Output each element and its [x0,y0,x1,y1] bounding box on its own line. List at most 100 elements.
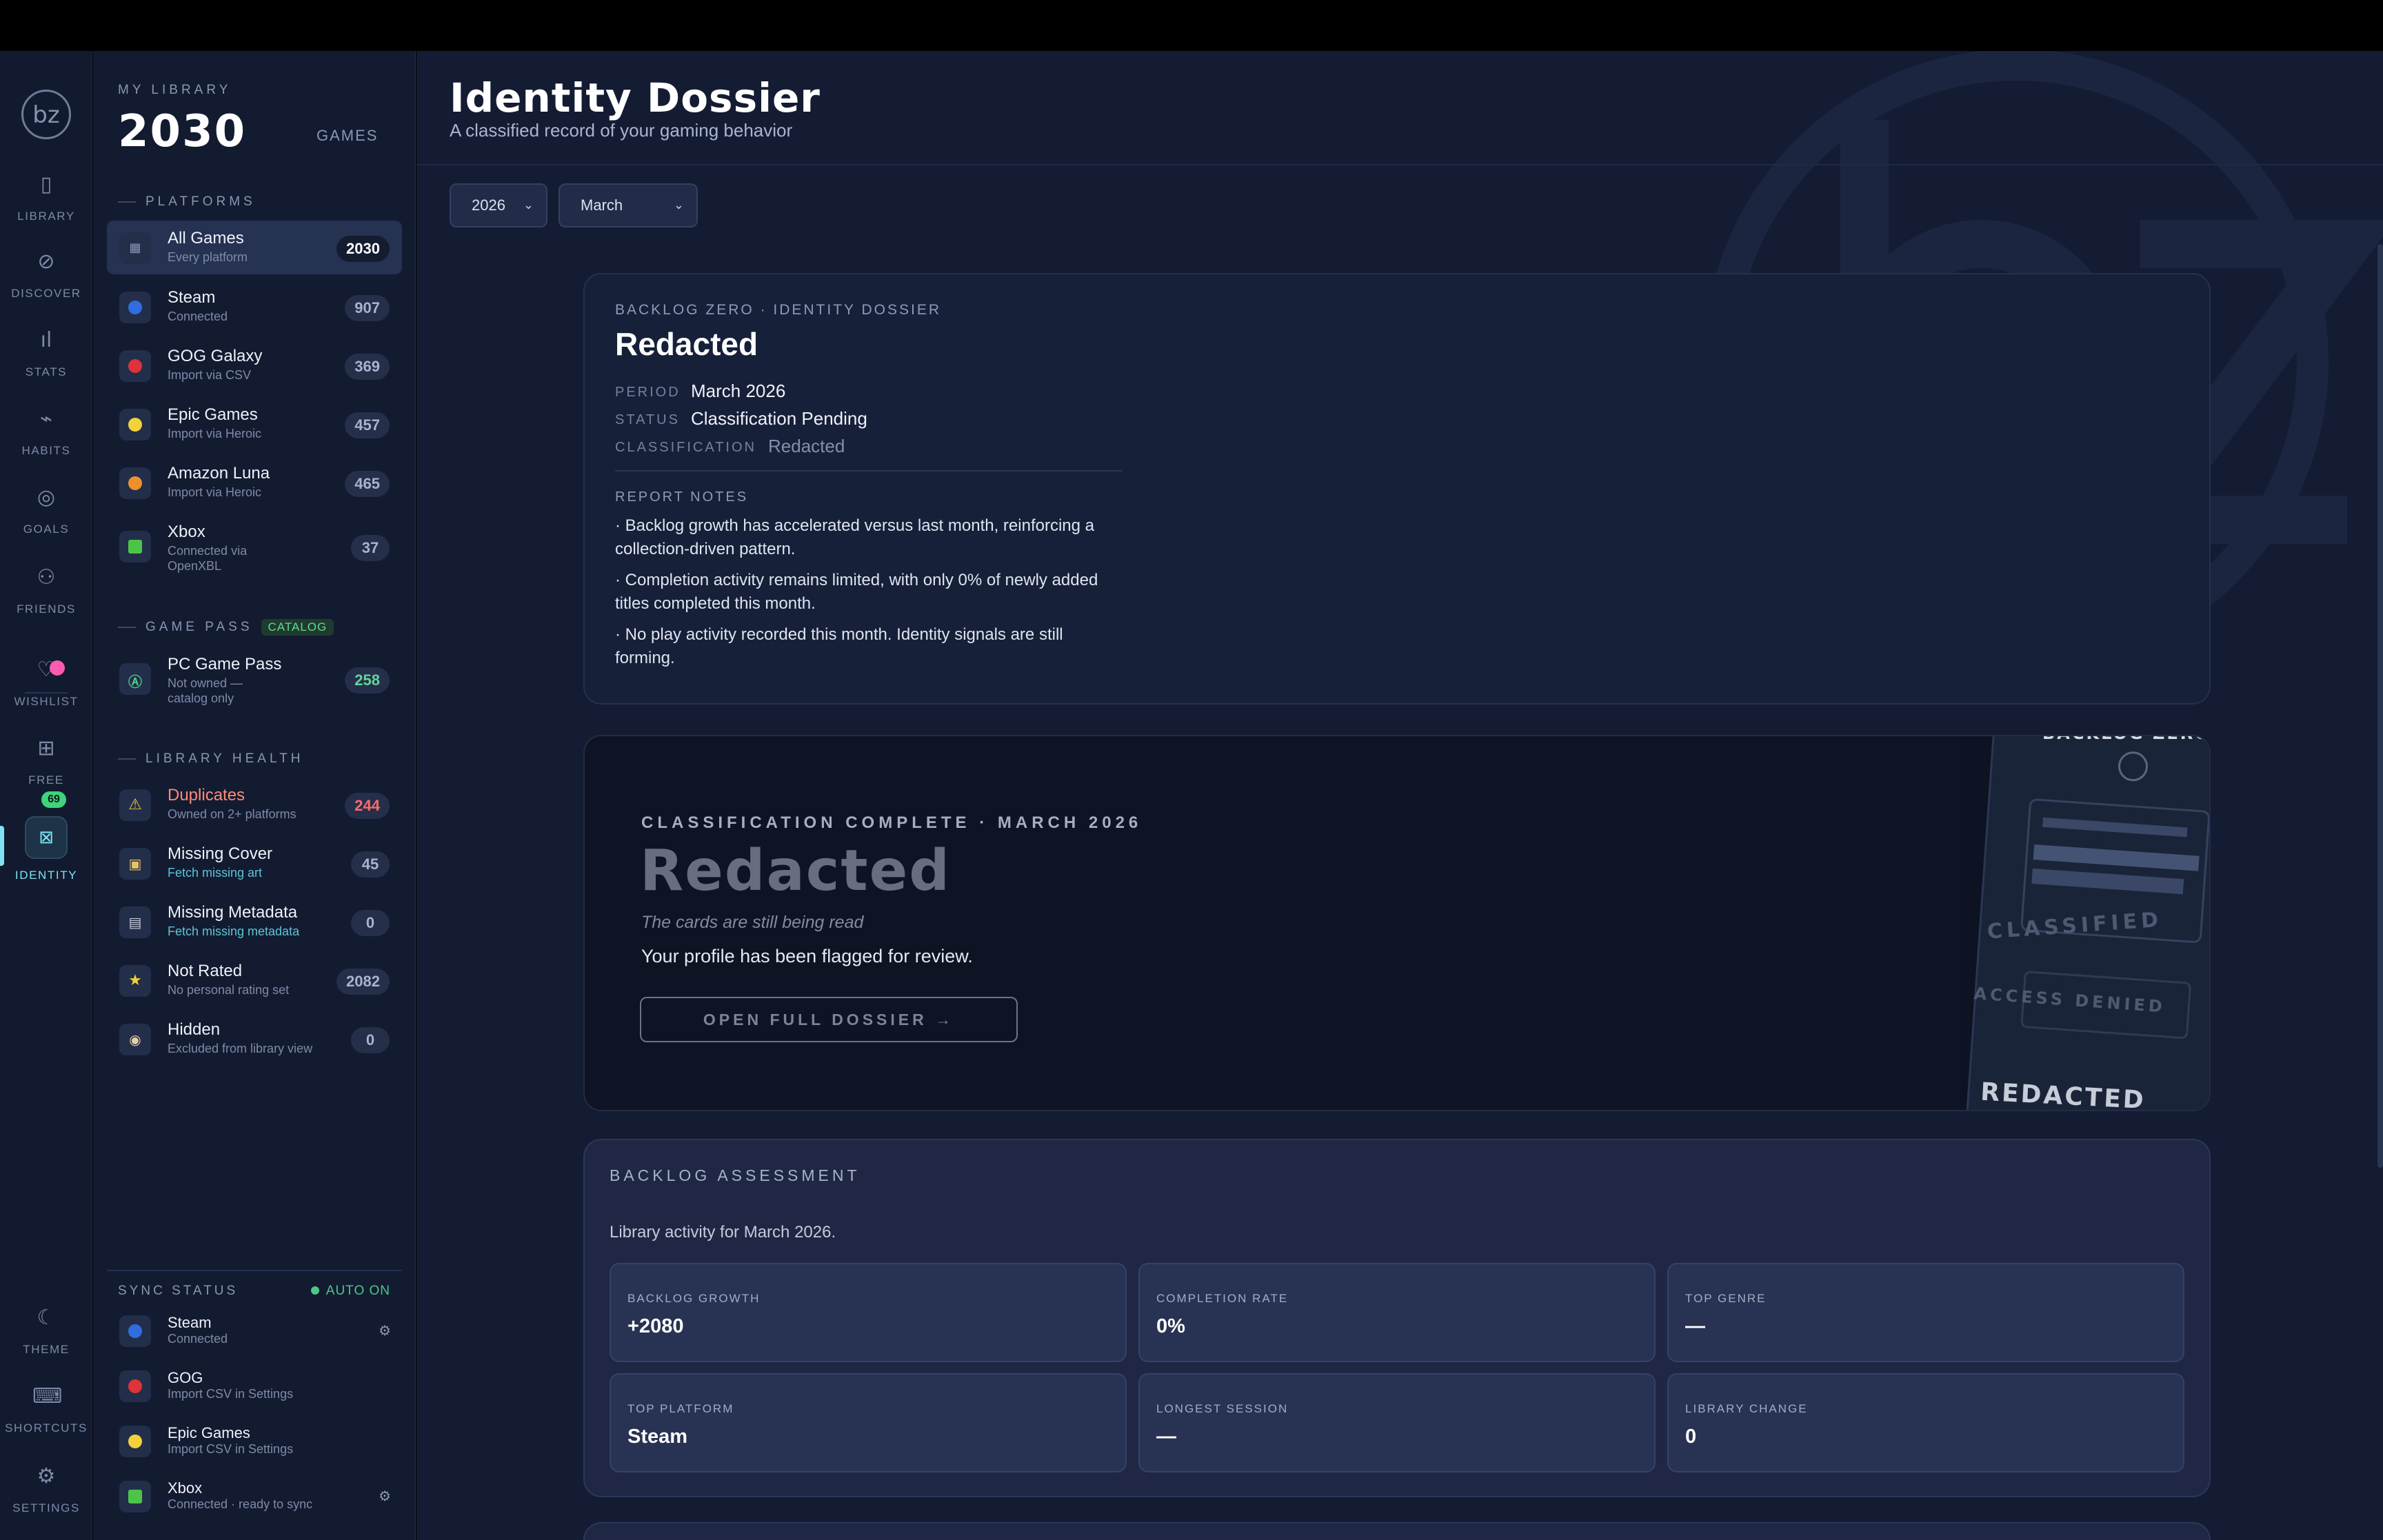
health-name: Duplicates [168,786,245,804]
gog-icon [119,1370,151,1402]
health-sub[interactable]: Fetch missing art [168,865,333,880]
health-sub: Owned on 2+ platforms [168,807,296,821]
clipboard-icon: ▤ [119,906,151,938]
wishlist-notification-dot [50,660,65,676]
platform-all-games[interactable]: ▦ All Games Every platform 2030 [107,221,402,274]
rail-habits[interactable]: ⌁ HABITS [0,405,92,458]
icon-rail: bz ▯ LIBRARY ⊘ DISCOVER ıl STATS ⌁ HABIT… [0,51,92,1540]
image-icon: ▣ [119,848,151,880]
platform-name: Epic Games [168,405,258,424]
sync-divider [107,1270,402,1271]
scrollbar[interactable] [2377,244,2383,1168]
backlog-assessment-card: BACKLOG ASSESSMENT Library activity for … [583,1139,2211,1497]
dossier-title: Redacted [615,326,758,362]
rail-label: FRIENDS [17,602,76,616]
sync-settings-icon[interactable]: ⚙ [379,1322,391,1339]
health-missing-metadata[interactable]: ▤ Missing Metadata Fetch missing metadat… [107,895,402,949]
health-name: Not Rated [168,962,243,980]
pulse-icon: ⌁ [39,407,53,431]
stat-value: — [1685,1315,1705,1337]
health-sub[interactable]: Fetch missing metadata [168,924,333,939]
app-logo[interactable]: bz [21,90,71,139]
status-row: Classification Pending STATUS [615,408,867,429]
health-name: Missing Cover [168,844,273,863]
rail-label: SETTINGS [12,1501,80,1514]
report-notes-heading: REPORT NOTES [615,489,749,505]
library-sidebar: MY LIBRARY 2030 GAMES PLATFORMS ▦ All Ga… [93,51,416,1540]
platform-xbox[interactable]: Xbox Connected via OpenXBL 37 [107,514,402,580]
rail-library[interactable]: ▯ LIBRARY [0,171,92,223]
period-value: March 2026 [691,381,786,401]
rail-settings[interactable]: ⚙ SETTINGS [0,1463,92,1515]
platform-gog[interactable]: GOG Galaxy Import via CSV 369 [107,338,402,392]
gear-icon: ⚙ [37,1464,56,1488]
rail-stats[interactable]: ıl STATS [0,327,92,379]
health-sub: Excluded from library view [168,1042,313,1055]
stat-label: LONGEST SESSION [1156,1402,1289,1415]
free-count-badge: 69 [41,791,66,808]
rail-identity[interactable]: ⊠ IDENTITY [0,816,92,882]
rail-label: DISCOVER [11,287,81,300]
sync-epic: Epic Games Import CSV in Settings [107,1417,402,1467]
assessment-heading: BACKLOG ASSESSMENT [610,1166,861,1184]
book-icon: ▯ [40,172,52,196]
keyboard-icon: ⌨ [32,1384,63,1408]
steam-icon [119,292,151,323]
platform-name: All Games [168,229,244,247]
health-not-rated[interactable]: ★ Not Rated No personal rating set 2082 [107,953,402,1007]
library-unit: GAMES [316,127,379,144]
platform-sub: Import via Heroic [168,427,262,440]
stat-value: — [1156,1426,1176,1448]
sync-sub: Connected · ready to sync [168,1497,313,1511]
status-value: Classification Pending [691,408,867,429]
health-missing-cover[interactable]: ▣ Missing Cover Fetch missing art 45 [107,836,402,890]
xbox-gamepass-icon: Ⓐ [119,663,151,695]
report-note: · Backlog growth has accelerated versus … [615,516,1095,558]
rail-label: IDENTITY [14,869,78,882]
rail-shortcuts[interactable]: ⌨ SHORTCUTS [0,1383,92,1435]
health-count: 244 [345,793,390,819]
sync-status-heading: SYNC STATUS [118,1284,239,1298]
month-select[interactable]: March ⌄ [559,183,698,227]
platform-steam[interactable]: Steam Connected 907 [107,280,402,334]
year-value: 2026 [472,196,505,214]
rail-goals[interactable]: ◎ GOALS [0,484,92,536]
platform-epic[interactable]: Epic Games Import via Heroic 457 [107,397,402,451]
platform-amazon-luna[interactable]: Amazon Luna Import via Heroic 465 [107,456,402,509]
controller-icon: ▦ [119,232,151,264]
report-note: · No play activity recorded this month. … [615,625,1063,667]
sync-name: Epic Games [168,1424,250,1441]
platform-sub: Not owned — catalog only [168,676,243,705]
assessment-subtitle: Library activity for March 2026. [610,1223,836,1242]
eye-icon: ◉ [119,1024,151,1055]
health-hidden[interactable]: ◉ Hidden Excluded from library view 0 [107,1012,402,1066]
rail-label: FREE [28,773,64,787]
stat-label: TOP GENRE [1685,1292,1767,1305]
year-select[interactable]: 2026 ⌄ [450,183,547,227]
rail-friends[interactable]: ⚇ FRIENDS [0,564,92,616]
stat-label: COMPLETION RATE [1156,1292,1289,1305]
chevron-down-icon: ⌄ [673,198,684,212]
platform-count: 907 [345,295,390,321]
rail-wishlist[interactable]: ♡ WISHLIST [0,656,92,709]
rail-free[interactable]: ⊞ FREE [0,735,92,787]
platform-count: 465 [345,471,390,497]
page-subtitle: A classified record of your gaming behav… [450,120,793,141]
sync-settings-icon[interactable]: ⚙ [379,1488,391,1504]
rail-theme[interactable]: ☾ THEME [0,1304,92,1357]
dossier-card: BACKLOG ZERO · IDENTITY DOSSIER Redacted… [583,273,2211,705]
rail-discover[interactable]: ⊘ DISCOVER [0,248,92,301]
rail-label: HABITS [21,444,71,457]
platform-name: PC Game Pass [168,655,282,673]
bar-chart-icon: ıl [40,328,52,352]
rail-label: WISHLIST [14,695,79,708]
month-value: March [581,196,623,214]
open-full-dossier-button[interactable]: OPEN FULL DOSSIER → [640,997,1018,1042]
dossier-divider [615,470,1123,472]
platform-name: Xbox [168,523,205,541]
stat-value: Steam [627,1426,688,1448]
platform-pc-game-pass[interactable]: Ⓐ PC Game Pass Not owned — catalog only … [107,647,402,713]
auto-sync-indicator[interactable]: AUTO ON [311,1284,390,1299]
health-duplicates[interactable]: ⚠ Duplicates Owned on 2+ platforms 244 [107,778,402,831]
platform-sub: Import via Heroic [168,485,262,499]
